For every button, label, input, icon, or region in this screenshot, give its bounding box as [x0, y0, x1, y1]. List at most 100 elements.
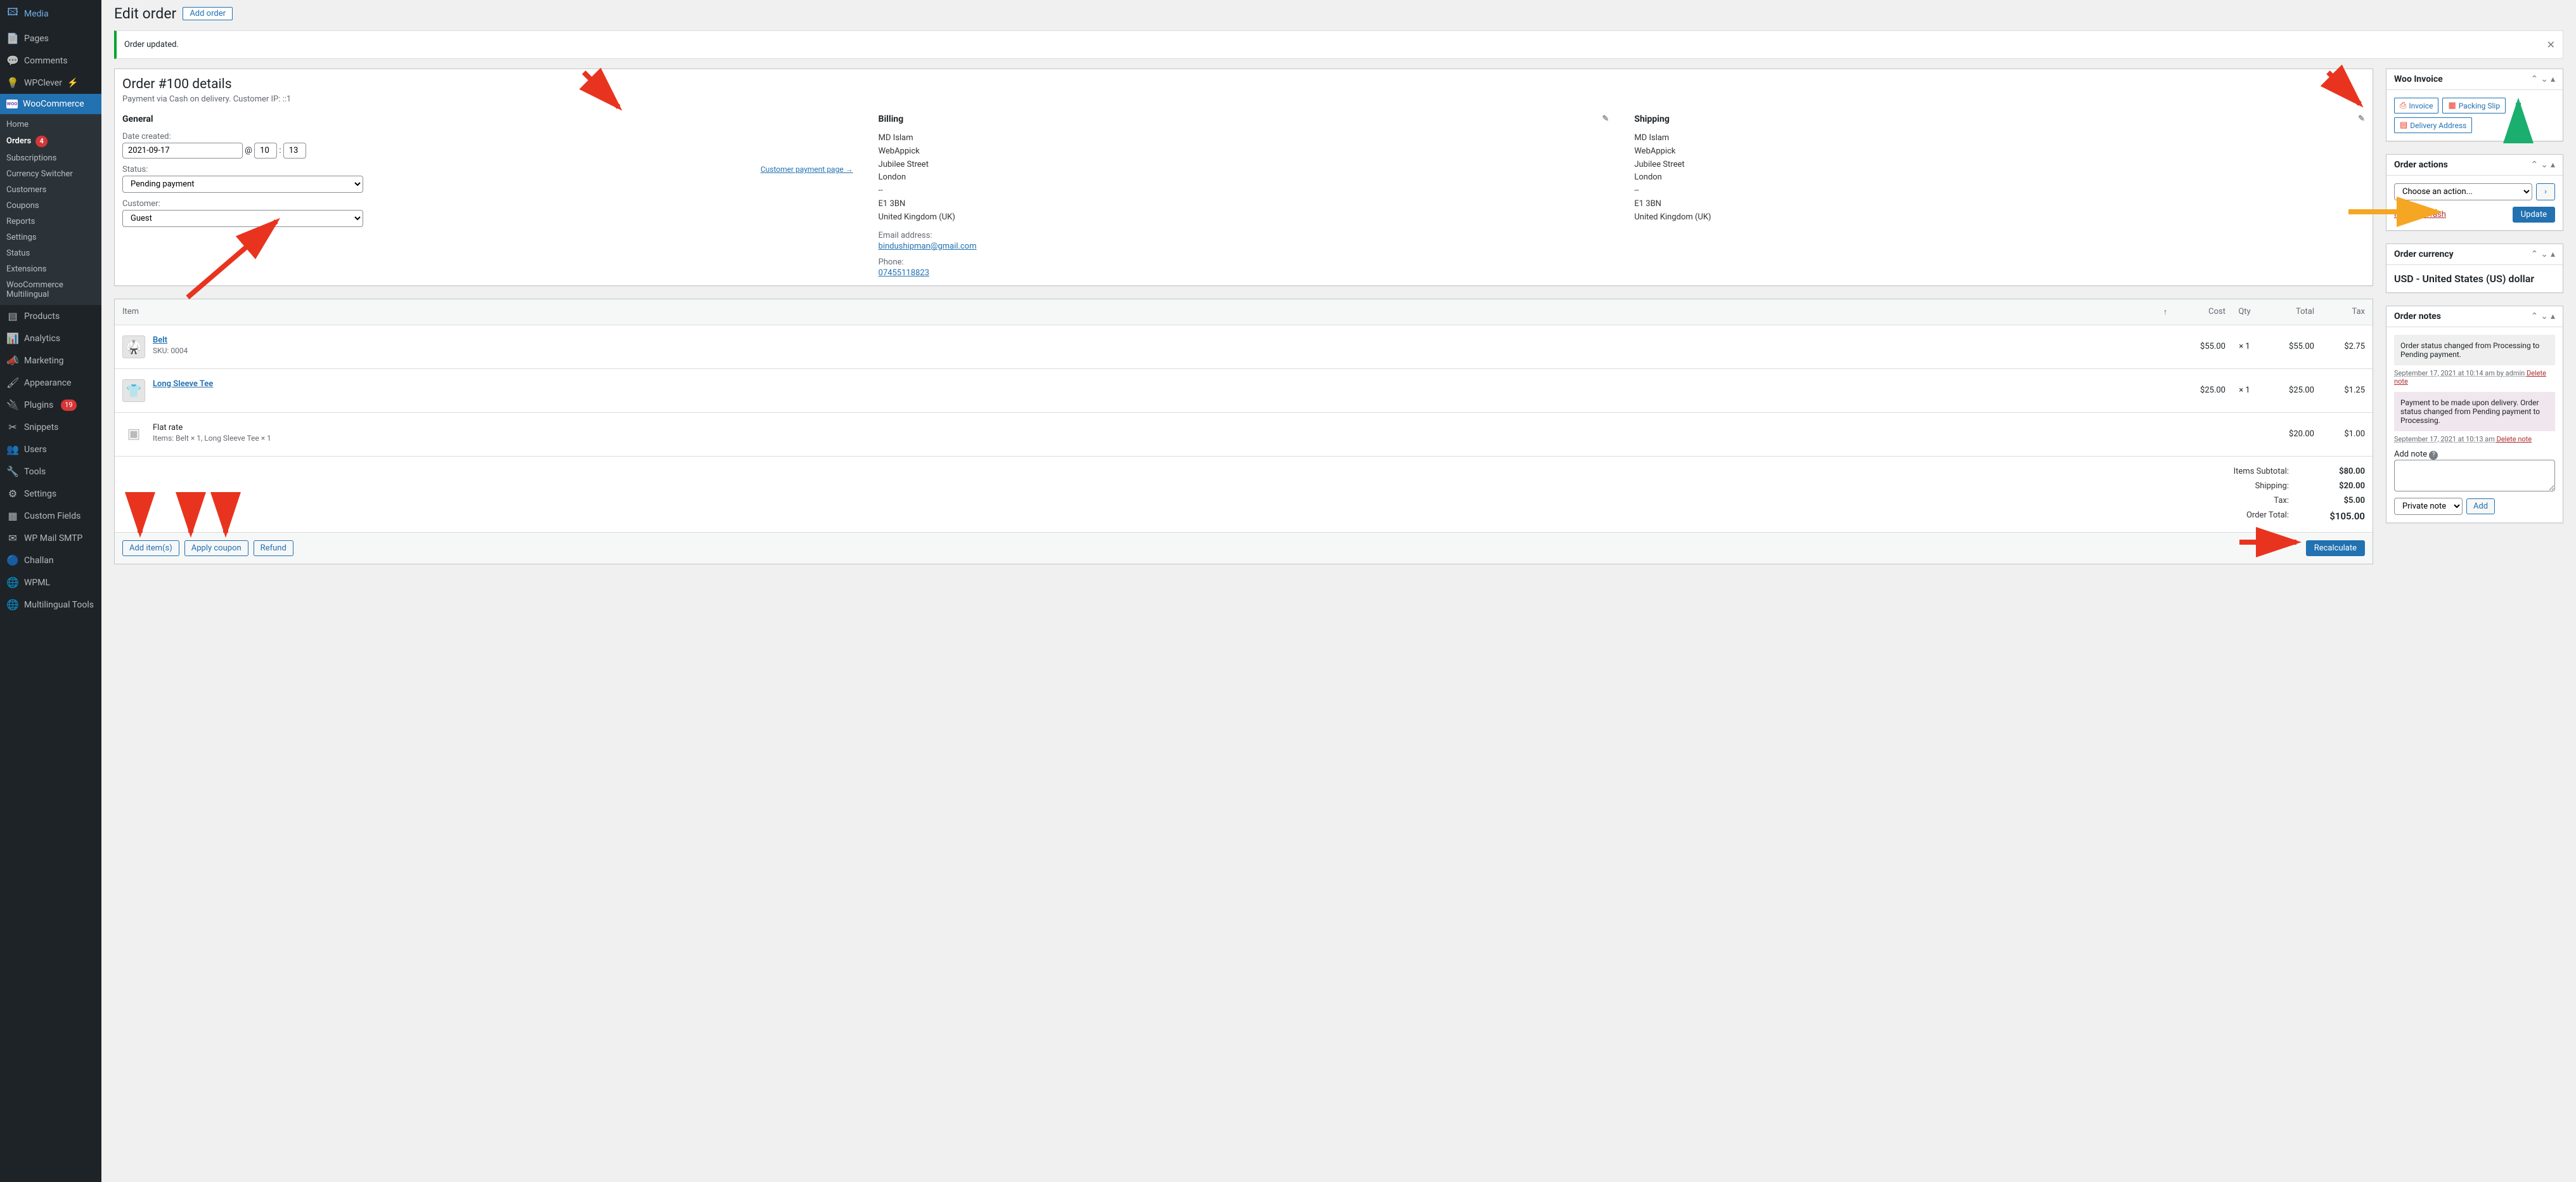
address-line: E1 3BN [879, 198, 1609, 211]
order-note: Payment to be made upon delivery. Order … [2394, 392, 2555, 431]
note-type-select[interactable]: Private note [2394, 498, 2463, 515]
note-text: Payment to be made upon delivery. Order … [2400, 398, 2549, 425]
sidebar-item-analytics[interactable]: 📊Analytics [0, 327, 101, 349]
sort-icon[interactable]: ↑ [2156, 307, 2175, 317]
apply-coupon-button[interactable]: Apply coupon [184, 540, 248, 556]
invoice-button[interactable]: ⎙Invoice [2394, 98, 2438, 114]
items-header-qty: Qty [2225, 307, 2264, 317]
sidebar-item-wp-mail-smtp[interactable]: ✉WP Mail SMTP [0, 527, 101, 549]
add-items-button[interactable]: Add item(s) [122, 540, 179, 556]
caret-up-icon[interactable]: ▴ [2551, 311, 2555, 321]
payment-page-link[interactable]: Customer payment page → [761, 165, 853, 174]
sidebar-subitem-reports[interactable]: Reports [0, 214, 101, 230]
caret-up-icon[interactable]: ▴ [2551, 160, 2555, 170]
minute-input[interactable] [283, 143, 306, 159]
currency-value: USD - United States (US) dollar [2394, 273, 2555, 285]
delete-note-link[interactable]: Delete note [2497, 435, 2532, 443]
pencil-icon[interactable]: ✎ [2358, 114, 2365, 124]
hour-input[interactable] [254, 143, 277, 159]
sidebar-subitem-orders[interactable]: Orders 4 [0, 133, 101, 150]
sidebar-subitem-coupons[interactable]: Coupons [0, 198, 101, 214]
sidebar-item-custom-fields[interactable]: ▦Custom Fields [0, 505, 101, 527]
sidebar-item-marketing[interactable]: 📣Marketing [0, 349, 101, 372]
sidebar-item-appearance[interactable]: 🖌Appearance [0, 372, 101, 394]
delete-note-link[interactable]: Delete note [2394, 369, 2546, 386]
packing-slip-button[interactable]: ▦Packing Slip [2442, 98, 2506, 114]
address-line: United Kingdom (UK) [879, 211, 1609, 224]
sidebar-item-tools[interactable]: 🔧Tools [0, 460, 101, 483]
order-currency-box: Order currency⌃⌄▴ USD - United States (U… [2386, 244, 2563, 293]
sidebar-subitem-customers[interactable]: Customers [0, 182, 101, 198]
chevron-down-icon[interactable]: ⌄ [2541, 74, 2548, 84]
sidebar-item-plugins[interactable]: 🔌Plugins19 [0, 394, 101, 416]
sidebar-item-wpclever[interactable]: 💡WPClever⚡ [0, 72, 101, 94]
note-textarea[interactable] [2394, 460, 2555, 491]
sidebar-item-media[interactable]: 🖾Media [0, 0, 101, 27]
order-action-select[interactable]: Choose an action... [2394, 183, 2532, 200]
date-input[interactable] [122, 143, 243, 159]
order-actions-box: Order actions⌃⌄▴ Choose an action... › M… [2386, 154, 2563, 231]
chevron-up-icon[interactable]: ⌃ [2531, 249, 2539, 259]
sidebar-item-users[interactable]: 👥Users [0, 438, 101, 460]
address-line: -- [879, 185, 1609, 198]
shipping-heading: Shipping [1634, 114, 1669, 124]
sidebar-item-comments[interactable]: 💬Comments [0, 49, 101, 72]
sidebar-item-settings[interactable]: ⚙Settings [0, 483, 101, 505]
status-select[interactable]: Pending payment [122, 176, 363, 193]
product-name-link[interactable]: Long Sleeve Tee [153, 379, 213, 389]
sidebar-subitem-settings[interactable]: Settings [0, 230, 101, 245]
sidebar-item-woocommerce[interactable]: wooWooCommerce [0, 94, 101, 114]
sidebar-item-multilingual-tools[interactable]: 🌐Multilingual Tools [0, 594, 101, 616]
move-to-trash-link[interactable]: Move to Trash [2394, 210, 2446, 219]
sidebar-item-wpml[interactable]: 🌐WPML [0, 571, 101, 594]
phone-label: Phone: [879, 257, 1609, 267]
caret-up-icon[interactable]: ▴ [2551, 249, 2555, 259]
sidebar-subitem-status[interactable]: Status [0, 245, 101, 261]
chevron-down-icon[interactable]: ⌄ [2541, 249, 2548, 259]
count-badge: 19 [61, 399, 76, 411]
product-sku: SKU: 0004 [153, 346, 188, 355]
address-line: Jubilee Street [1634, 159, 2365, 172]
sidebar-subitem-subscriptions[interactable]: Subscriptions [0, 150, 101, 166]
total-label: Tax: [2274, 496, 2289, 505]
delivery-address-button[interactable]: ▤Delivery Address [2394, 117, 2472, 133]
sidebar-item-products[interactable]: ▤Products [0, 305, 101, 327]
invoice-icon: ⎙ [2400, 101, 2406, 110]
address-line: MD Islam [879, 132, 1609, 145]
chevron-up-icon[interactable]: ⌃ [2531, 74, 2539, 84]
chevron-down-icon[interactable]: ⌄ [2541, 160, 2548, 170]
pencil-icon[interactable]: ✎ [1602, 114, 1609, 124]
chevron-up-icon[interactable]: ⌃ [2531, 160, 2539, 170]
item-tax: $2.75 [2314, 342, 2365, 351]
item-cost: $55.00 [2175, 342, 2225, 351]
add-order-button[interactable]: Add order [183, 7, 233, 20]
chevron-down-icon[interactable]: ⌄ [2541, 311, 2548, 321]
sidebar-item-pages[interactable]: 📄Pages [0, 27, 101, 49]
update-button[interactable]: Update [2513, 207, 2555, 223]
apply-action-button[interactable]: › [2536, 183, 2555, 200]
item-tax: $1.25 [2314, 386, 2365, 395]
total-value: $80.00 [2314, 467, 2365, 476]
sidebar-subitem-currency-switcher[interactable]: Currency Switcher [0, 166, 101, 182]
items-header-cost: Cost [2175, 307, 2225, 317]
caret-up-icon[interactable]: ▴ [2551, 74, 2555, 84]
customer-select[interactable]: Guest [122, 210, 363, 227]
product-name-link[interactable]: Belt [153, 335, 188, 345]
help-icon[interactable]: ? [2429, 451, 2438, 460]
sidebar-subitem-home[interactable]: Home [0, 117, 101, 133]
recalculate-button[interactable]: Recalculate [2306, 540, 2365, 556]
sidebar-subitem-extensions[interactable]: Extensions [0, 261, 101, 277]
general-column: General Date created: @ : [122, 114, 853, 278]
sidebar-item-snippets[interactable]: ✂Snippets [0, 416, 101, 438]
billing-email-link[interactable]: bindushipman@gmail.com [879, 242, 977, 251]
sidebar-item-label: Comments [24, 56, 68, 66]
refund-button[interactable]: Refund [254, 540, 293, 556]
sidebar-subitem-woocommerce-multilingual[interactable]: WooCommerce Multilingual [0, 277, 101, 302]
billing-phone-link[interactable]: 07455118823 [879, 268, 929, 278]
email-label: Email address: [879, 231, 1609, 240]
sidebar-item-label: WPML [24, 578, 50, 588]
dismiss-icon[interactable]: ✕ [2547, 39, 2555, 51]
add-note-button[interactable]: Add [2466, 498, 2495, 514]
chevron-up-icon[interactable]: ⌃ [2531, 311, 2539, 321]
sidebar-item-challan[interactable]: 🔵Challan [0, 549, 101, 571]
